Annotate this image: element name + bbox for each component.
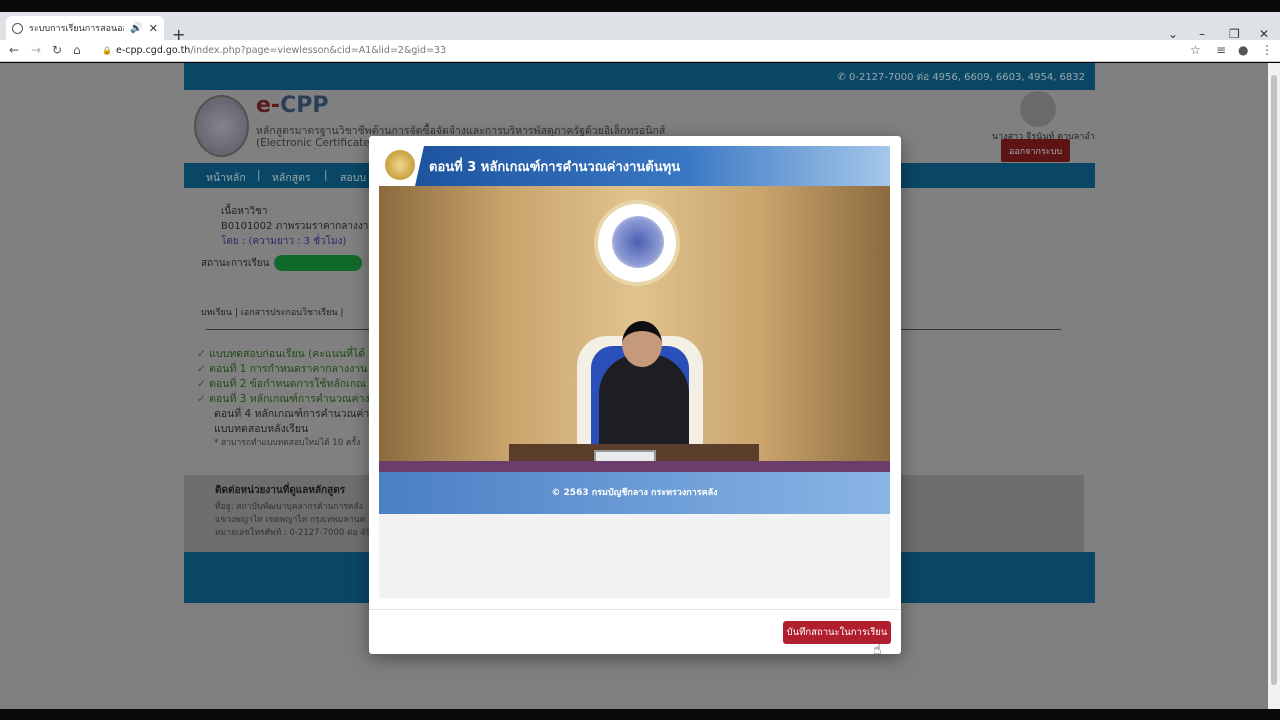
video-player[interactable]: ตอนที่ 3 หลักเกณฑ์การคำนวณค่างานต้นทุน ©…	[379, 146, 890, 514]
os-topbar	[0, 0, 1280, 12]
home-icon[interactable]: ⌂	[73, 43, 81, 57]
save-status-button[interactable]: บันทึกสถานะในการเรียน	[783, 621, 891, 644]
retake-note: * สามารถทำแบบทดสอบใหม่ได้ 10 ครั้ง	[214, 438, 361, 448]
bookmark-star-icon[interactable]: ☆	[1190, 43, 1201, 57]
url-path: /index.php?page=viewlesson&cid=A1&lid=2&…	[190, 45, 447, 56]
video-header: ตอนที่ 3 หลักเกณฑ์การคำนวณค่างานต้นทุน	[379, 146, 890, 186]
contact-phone: หมายเลขโทรศัพท์ : 0-2127-7000 ต่อ 49	[215, 528, 372, 538]
profile-icon[interactable]: ●	[1238, 43, 1248, 57]
lock-icon: 🔒	[102, 46, 112, 55]
nav-exam[interactable]: สอบบ	[340, 169, 366, 186]
check-icon: ✓	[197, 363, 206, 375]
emblem-icon	[385, 150, 415, 180]
tab-title: ระบบการเรียนการสอนออนไลน์ | C	[29, 24, 124, 34]
avatar	[1020, 91, 1056, 127]
contact-heading: ติดต่อหน่วยงานที่ดูแลหลักสูตร	[215, 485, 346, 496]
tab-search-icon[interactable]: ⌄	[1168, 27, 1178, 41]
nav-home[interactable]: หน้าหลัก	[206, 169, 246, 186]
back-icon[interactable]: ←	[9, 43, 19, 57]
site-brand: e-CPP	[256, 93, 329, 118]
check-icon: ✓	[197, 393, 206, 405]
lesson-tabs[interactable]: บทเรียน | เอกสารประกอบวิชาเรียน |	[201, 305, 343, 319]
restore-icon[interactable]: ❐	[1229, 27, 1240, 41]
nav-divider: |	[257, 169, 261, 181]
lesson-modal: ตอนที่ 3 หลักเกณฑ์การคำนวณค่างานต้นทุน ©…	[369, 136, 901, 654]
nav-courses[interactable]: หลักสูตร	[272, 169, 311, 186]
close-tab-icon[interactable]: ✕	[149, 22, 158, 35]
tab-strip: ระบบการเรียนการสอนออนไลน์ | C 🔊 ✕ + ⌄ – …	[0, 12, 1280, 43]
url-domain: e-cpp.cgd.go.th	[116, 45, 191, 56]
modal-divider	[369, 609, 901, 610]
forward-icon[interactable]: →	[31, 43, 41, 57]
status-label: สถานะการเรียน	[201, 258, 270, 269]
nav-divider: |	[324, 169, 328, 181]
contact-address-2: แขวงพญาไท เขตพญาไท กรุงเทพมหานค	[215, 515, 366, 525]
reload-icon[interactable]: ↻	[52, 43, 62, 57]
speaker-icon[interactable]: 🔊	[130, 23, 142, 34]
address-bar: ← → ↻ ⌂ 🔒 e-cpp.cgd.go.th/index.php?page…	[0, 40, 1280, 62]
url-field[interactable]: 🔒 e-cpp.cgd.go.th/index.php?page=viewles…	[96, 42, 1210, 60]
contact-address: ที่อยู่: สถาบันพัฒนาบุคลากรด้านการคลัง	[215, 502, 363, 512]
site-subtitle: (Electronic Certificate	[256, 137, 370, 149]
browser-tab[interactable]: ระบบการเรียนการสอนออนไลน์ | C 🔊 ✕	[6, 16, 164, 40]
cgd-logo-icon	[194, 95, 249, 157]
course-code-title: B0101002 ภาพรวมราคากลางงา	[221, 221, 369, 232]
phone-text: ✆ 0-2127-7000 ต่อ 4956, 6609, 6603, 4954…	[837, 72, 1085, 83]
globe-icon	[12, 22, 23, 34]
video-title: ตอนที่ 3 หลักเกณฑ์การคำนวณค่างานต้นทุน	[429, 160, 681, 175]
minimize-icon[interactable]: –	[1199, 27, 1205, 41]
course-duration: โดย : (ความยาว : 3 ชั่วโมง)	[221, 236, 347, 247]
check-icon: ✓	[197, 348, 206, 360]
os-bottombar	[0, 709, 1280, 720]
video-frame	[379, 186, 890, 472]
close-window-icon[interactable]: ✕	[1259, 27, 1269, 41]
page-viewport: ✆ 0-2127-7000 ต่อ 4956, 6609, 6603, 4954…	[0, 63, 1268, 709]
course-heading: เนื้อหาวิชา	[221, 206, 268, 217]
cgd-seal-icon	[594, 200, 680, 286]
menu-icon[interactable]: ⋮	[1261, 43, 1273, 57]
top-info-bar: ✆ 0-2127-7000 ต่อ 4956, 6609, 6603, 4954…	[184, 63, 1095, 90]
reading-list-icon[interactable]: ≡	[1216, 43, 1226, 57]
scrollbar[interactable]	[1268, 63, 1280, 709]
progress-bar	[274, 255, 362, 271]
presenter-face	[622, 321, 662, 367]
hand-cursor-icon: ☝	[873, 642, 882, 658]
floor	[379, 461, 890, 472]
check-icon: ✓	[197, 378, 206, 390]
logout-button[interactable]: ออกจากระบบ	[1001, 139, 1070, 162]
scrollbar-thumb[interactable]	[1271, 75, 1277, 685]
video-controls-area	[379, 514, 890, 598]
video-footer: © 2563 กรมบัญชีกลาง กระทรวงการคลัง	[379, 472, 890, 514]
